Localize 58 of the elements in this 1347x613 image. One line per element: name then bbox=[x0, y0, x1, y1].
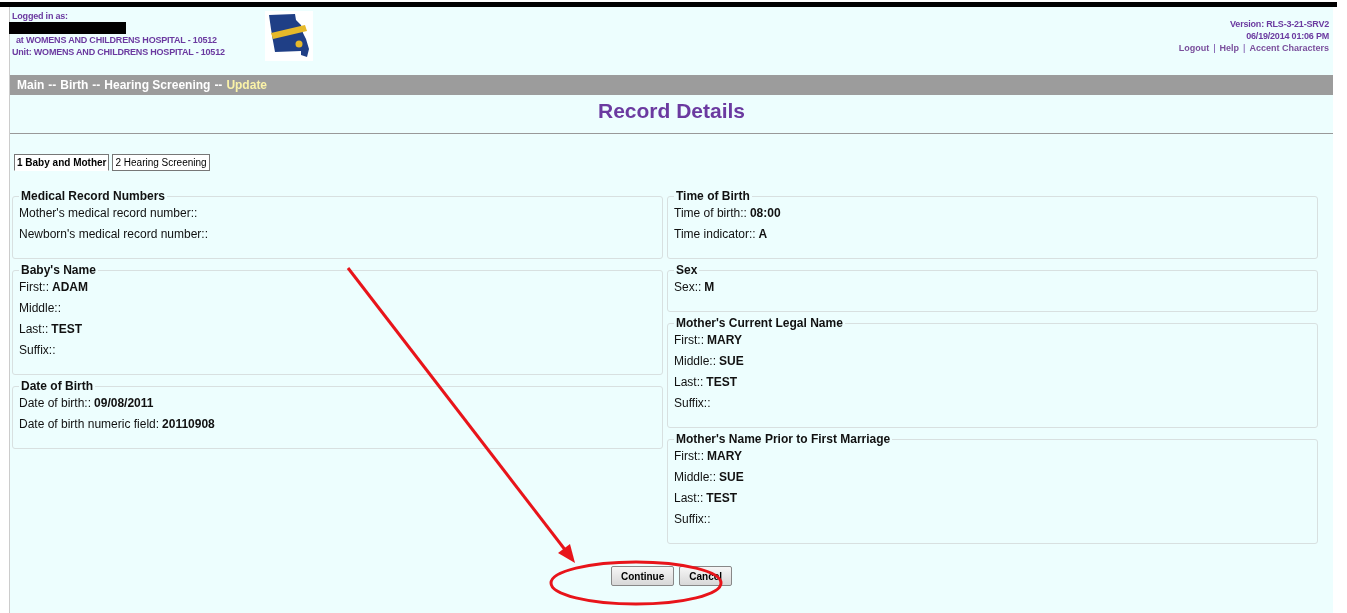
field-label: Middle:: bbox=[674, 469, 717, 486]
field-value: MARY bbox=[707, 332, 742, 349]
field-label: Last:: bbox=[19, 321, 49, 338]
section-legend: Sex bbox=[674, 263, 700, 277]
field-label: Middle:: bbox=[674, 353, 717, 370]
field-label: First:: bbox=[19, 279, 49, 296]
link-separator: | bbox=[1213, 42, 1216, 54]
tab[interactable]: 2 Hearing Screening bbox=[112, 154, 210, 171]
field-label: Time of birth:: bbox=[674, 205, 747, 222]
breadcrumb-separator: -- bbox=[48, 78, 57, 92]
field-value: TEST bbox=[706, 490, 738, 507]
header-link[interactable]: Logout bbox=[1178, 42, 1210, 54]
header-link[interactable]: Accent Characters bbox=[1249, 42, 1329, 54]
field-value: M bbox=[704, 279, 715, 296]
field-value: SUE bbox=[719, 353, 744, 370]
logged-in-label: Logged in as: bbox=[12, 10, 69, 22]
field-value: 20110908 bbox=[162, 416, 215, 433]
field-value: SUE bbox=[719, 469, 744, 486]
field-label: Newborn's medical record number:: bbox=[19, 226, 209, 243]
field-label: Suffix:: bbox=[19, 342, 56, 359]
state-map-logo-icon bbox=[265, 10, 313, 62]
field-value: ADAM bbox=[52, 279, 88, 296]
field-label: First:: bbox=[674, 448, 704, 465]
facility-text: at WOMENS AND CHILDRENS HOSPITAL - 10512 bbox=[15, 34, 218, 46]
field-label: First:: bbox=[674, 332, 704, 349]
field-label: Date of birth numeric field: bbox=[19, 416, 160, 433]
field-label: Mother's medical record number:: bbox=[19, 205, 198, 222]
unit-text: Unit: WOMENS AND CHILDRENS HOSPITAL - 10512 bbox=[12, 46, 226, 58]
field-label: Sex:: bbox=[674, 279, 702, 296]
field-value: 08:00 bbox=[749, 205, 781, 222]
field-value: TEST bbox=[51, 321, 83, 338]
section-legend: Mother's Name Prior to First Marriage bbox=[674, 432, 893, 446]
field-value: A bbox=[758, 226, 768, 243]
section-legend: Baby's Name bbox=[19, 263, 98, 277]
section-legend: Medical Record Numbers bbox=[19, 189, 168, 203]
section-legend: Mother's Current Legal Name bbox=[674, 316, 845, 330]
field-label: Suffix:: bbox=[674, 395, 711, 412]
field-label: Last:: bbox=[674, 490, 704, 507]
datetime-text: 06/19/2014 01:06 PM bbox=[1246, 30, 1329, 42]
breadcrumb-separator: -- bbox=[92, 78, 101, 92]
field-label: Last:: bbox=[674, 374, 704, 391]
breadcrumb-item: Update bbox=[226, 78, 268, 92]
tab[interactable]: 1 Baby and Mother bbox=[14, 154, 110, 171]
field-value: 09/08/2011 bbox=[94, 395, 154, 412]
field-label: Suffix:: bbox=[674, 511, 711, 528]
section-legend: Date of Birth bbox=[19, 379, 95, 393]
page-title: Record Details bbox=[596, 99, 747, 124]
field-label: Date of birth:: bbox=[19, 395, 92, 412]
field-value: MARY bbox=[707, 448, 742, 465]
header-link[interactable]: Help bbox=[1219, 42, 1240, 54]
breadcrumb-separator: -- bbox=[214, 78, 223, 92]
link-separator: | bbox=[1243, 42, 1246, 54]
version-text: Version: RLS-3-21-SRV2 bbox=[1230, 18, 1329, 30]
field-value: TEST bbox=[706, 374, 738, 391]
field-label: Middle:: bbox=[19, 300, 62, 317]
section-legend: Time of Birth bbox=[674, 189, 752, 203]
field-label: Time indicator:: bbox=[674, 226, 756, 243]
form-button[interactable]: Continue bbox=[610, 566, 675, 586]
